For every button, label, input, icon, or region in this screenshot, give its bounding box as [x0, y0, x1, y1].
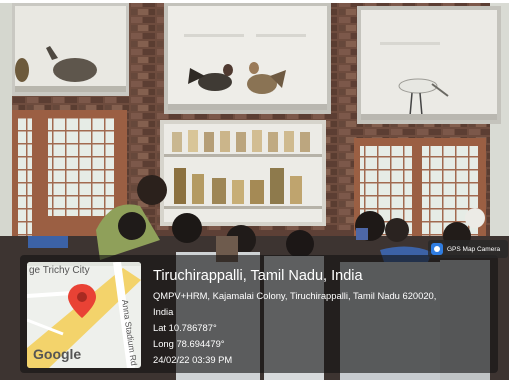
latitude-text: Lat 10.786787°: [153, 322, 217, 333]
gps-camera-icon: [431, 243, 443, 255]
map-city-label: ge Trichy City: [29, 265, 90, 276]
longitude-text: Long 78.694479°: [153, 338, 225, 349]
bird-display-case-center: [164, 2, 331, 114]
location-title: Tiruchirappalli, Tamil Nadu, India: [153, 268, 363, 284]
bird-display-case-right: [357, 6, 501, 124]
datetime-text: 24/02/22 03:39 PM: [153, 354, 233, 365]
gps-app-badge: GPS Map Camera: [428, 240, 508, 258]
google-logo: Google: [33, 346, 81, 362]
address-line-2: India: [153, 306, 174, 317]
photo-frame: GPS Map Camera ge Trichy City Anna Stadi…: [0, 0, 509, 380]
location-map-thumbnail: ge Trichy City Anna Stadium Rd Google: [27, 262, 141, 368]
geotag-info: Tiruchirappalli, Tamil Nadu, India QMPV+…: [153, 267, 493, 368]
app-label: GPS Map Camera: [447, 245, 501, 253]
specimen-shelf: [160, 120, 326, 226]
bird-display-case-left: [12, 2, 129, 96]
address-line-1: QMPV+HRM, Kajamalai Colony, Tiruchirappa…: [153, 290, 437, 301]
top-white-edge: [0, 0, 509, 3]
